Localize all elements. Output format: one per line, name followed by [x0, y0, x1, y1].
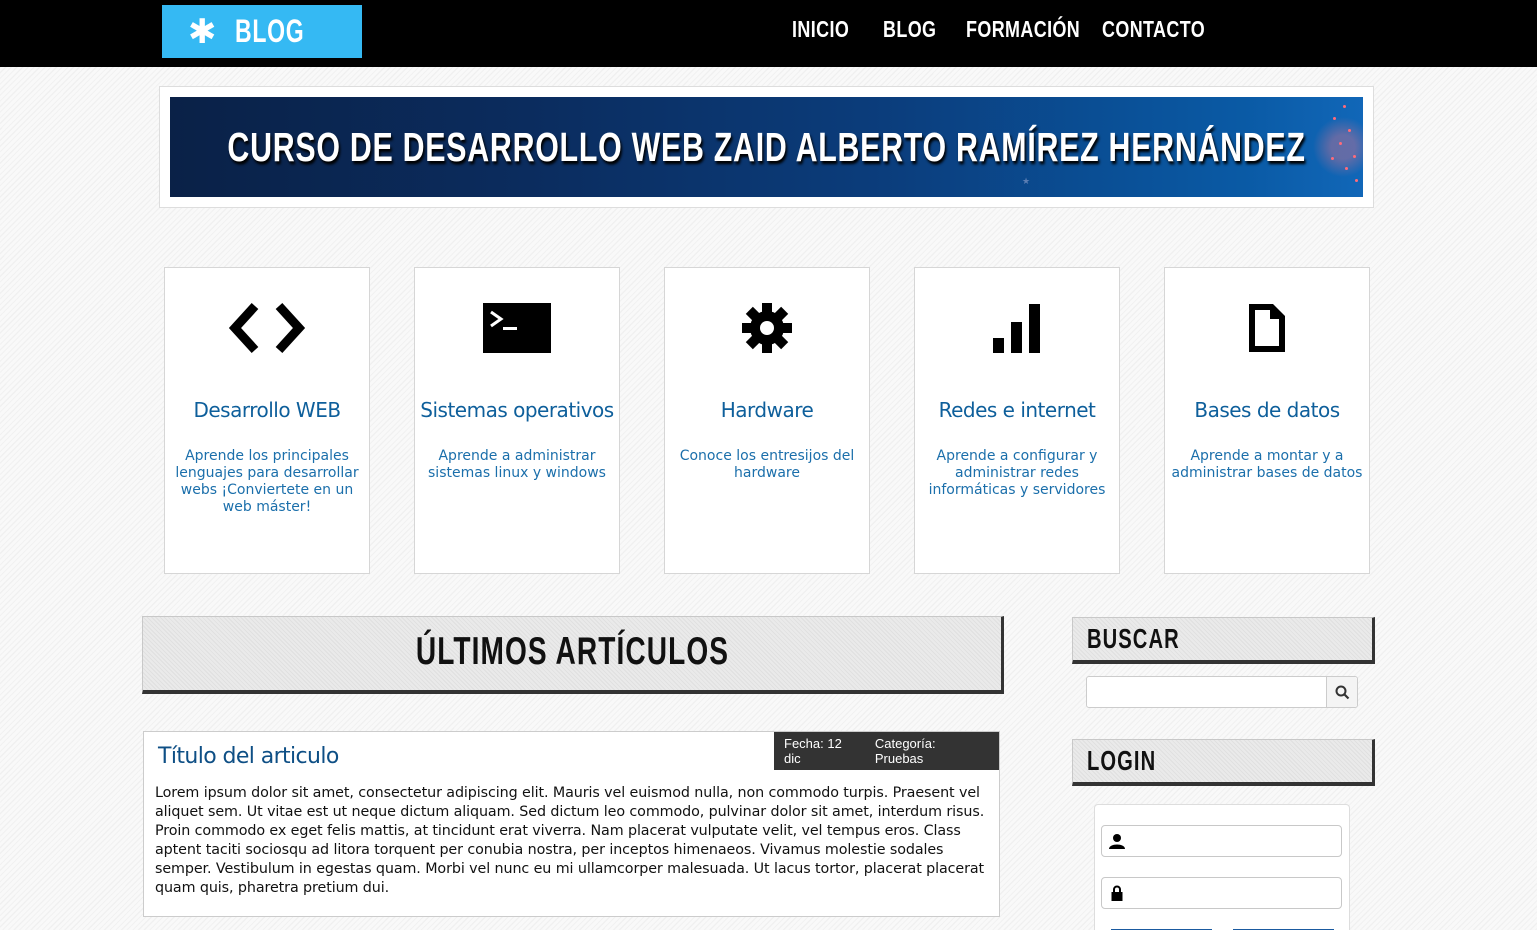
nav-link-inicio[interactable]: INICIO — [792, 16, 849, 43]
banner: CURSO DE DESARROLLO WEB ZAID ALBERTO RAM… — [170, 97, 1363, 197]
username-field-wrapper — [1101, 825, 1342, 857]
gear-icon: ✱ — [188, 11, 217, 52]
file-icon — [1165, 298, 1369, 358]
article-title[interactable]: Título del articulo — [158, 744, 339, 769]
search-box — [1086, 676, 1358, 708]
search-heading: BUSCAR — [1072, 617, 1375, 664]
search-input[interactable] — [1087, 677, 1326, 707]
article-body: Lorem ipsum dolor sit amet, consectetur … — [155, 785, 985, 896]
category-title: Sistemas operativos — [420, 398, 614, 422]
article-card: Título del articulo Fecha: 12 dic Catego… — [143, 731, 1000, 917]
category-title: Hardware — [720, 398, 814, 422]
login-panel — [1094, 804, 1350, 930]
category-description: Conoce los entresijos del hardware — [679, 448, 855, 481]
code-icon — [165, 298, 369, 358]
category-title: Bases de datos — [1194, 398, 1340, 422]
sparkle-decoration — [1303, 97, 1363, 197]
lock-icon — [1102, 885, 1132, 901]
banner-title: CURSO DE DESARROLLO WEB ZAID ALBERTO RAM… — [227, 123, 1306, 170]
password-input[interactable] — [1132, 878, 1341, 908]
article-category: Categoría: Pruebas — [874, 736, 936, 766]
username-input[interactable] — [1132, 826, 1341, 856]
article-meta: Fecha: 12 dic Categoría: Pruebas — [774, 732, 999, 770]
terminal-icon — [415, 298, 619, 358]
category-title: Redes e internet — [938, 398, 1096, 422]
top-navbar: ✱ BLOG INICIO BLOG FORMACIÓN CONTACTO — [0, 0, 1537, 67]
category-card-redes-internet[interactable]: Redes e internet Aprende a configurar y … — [914, 267, 1120, 574]
category-card-desarrollo-web[interactable]: Desarrollo WEB Aprende los principales l… — [164, 267, 370, 574]
nav-link-blog[interactable]: BLOG — [883, 16, 936, 43]
category-title: Desarrollo WEB — [193, 398, 341, 422]
category-description: Aprende a configurar y administrar redes… — [928, 448, 1106, 498]
nav-link-formacion[interactable]: FORMACIÓN — [966, 16, 1080, 43]
logo-text: BLOG — [234, 13, 304, 49]
gear-icon — [665, 298, 869, 358]
login-heading: LOGIN — [1072, 739, 1375, 786]
search-heading-text: BUSCAR — [1087, 623, 1180, 654]
signal-bars-icon — [915, 298, 1119, 358]
latest-articles-heading-text: ÚLTIMOS ARTÍCULOS — [415, 630, 729, 673]
nav-link-contacto[interactable]: CONTACTO — [1102, 16, 1205, 43]
password-field-wrapper — [1101, 877, 1342, 909]
blog-logo[interactable]: ✱ BLOG — [162, 5, 362, 58]
user-icon — [1102, 833, 1132, 849]
category-description: Aprende a administrar sistemas linux y w… — [428, 448, 606, 481]
star-icon: ★ — [1022, 177, 1031, 187]
category-card-bases-datos[interactable]: Bases de datos Aprende a montar y a admi… — [1164, 267, 1370, 574]
latest-articles-heading: ÚLTIMOS ARTÍCULOS — [142, 616, 1004, 694]
category-description: Aprende los principales lenguajes para d… — [175, 448, 359, 515]
login-heading-text: LOGIN — [1087, 745, 1157, 776]
category-card-hardware[interactable]: Hardware Conoce los entresijos del hardw… — [664, 267, 870, 574]
article-date: Fecha: 12 dic — [784, 736, 842, 766]
category-description: Aprende a montar y a administrar bases d… — [1171, 448, 1363, 481]
category-card-sistemas-operativos[interactable]: Sistemas operativos Aprende a administra… — [414, 267, 620, 574]
search-button[interactable] — [1326, 677, 1357, 707]
search-icon — [1335, 685, 1349, 699]
banner-frame: CURSO DE DESARROLLO WEB ZAID ALBERTO RAM… — [159, 86, 1374, 208]
